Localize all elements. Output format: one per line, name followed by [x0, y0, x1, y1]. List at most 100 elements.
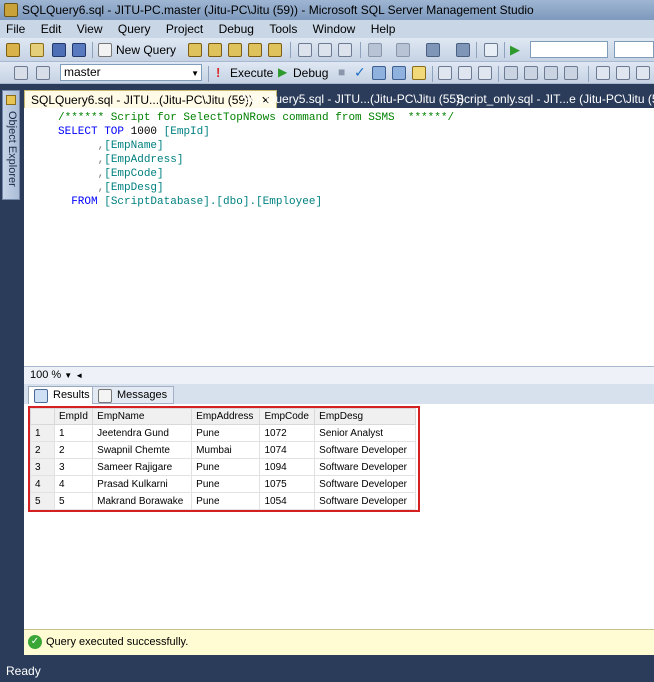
intellisense-icon[interactable] [438, 66, 452, 80]
menu-project[interactable]: Project [160, 20, 209, 38]
grid-cell[interactable]: Software Developer [314, 492, 416, 510]
column-header[interactable]: EmpAddress [191, 408, 261, 425]
find-box[interactable] [614, 41, 654, 58]
grid-cell[interactable]: Jeetendra Gund [92, 424, 193, 442]
new-query-icon[interactable] [98, 43, 112, 57]
navigate-backward-icon[interactable] [426, 43, 440, 57]
grid-cell[interactable]: Software Developer [314, 441, 416, 459]
results-to-text-icon[interactable] [504, 66, 518, 80]
mdx-query-icon[interactable] [228, 43, 242, 57]
table-row[interactable]: 2 2 Swapnil Chemte Mumbai 1074 Software … [30, 441, 416, 459]
grid-cell[interactable]: 4 [53, 475, 94, 493]
menu-view[interactable]: View [71, 20, 109, 38]
grid-cell[interactable]: Mumbai [191, 441, 261, 459]
paste-icon[interactable] [338, 43, 352, 57]
tab-script-only[interactable]: Script_only.sql - JIT...e (Jitu-PC\Jitu … [450, 90, 654, 108]
column-header[interactable]: EmpId [53, 408, 94, 425]
grid-cell[interactable]: Software Developer [314, 458, 416, 476]
grid-cell[interactable]: 1072 [259, 424, 316, 442]
grid-cell[interactable]: Makrand Borawake [92, 492, 193, 510]
debug-button[interactable]: Debug [293, 65, 328, 81]
parse-icon[interactable]: ✓ [354, 64, 366, 81]
comment-icon[interactable] [564, 66, 578, 80]
grid-cell[interactable]: Swapnil Chemte [92, 441, 193, 459]
menu-window[interactable]: Window [307, 20, 362, 38]
grid-cell[interactable]: 3 [53, 458, 94, 476]
grid-cell[interactable]: 1 [53, 424, 94, 442]
connect-icon[interactable] [14, 66, 28, 80]
results-grid[interactable]: EmpId EmpName EmpAddress EmpCode EmpDesg… [30, 408, 416, 510]
menu-query[interactable]: Query [112, 20, 157, 38]
xmla-query-icon[interactable] [268, 43, 282, 57]
client-statistics-icon[interactable] [478, 66, 492, 80]
open-file-icon[interactable] [30, 43, 44, 57]
row-number[interactable]: 3 [30, 458, 55, 476]
analysis-query-icon[interactable] [208, 43, 222, 57]
decrease-indent-icon[interactable] [616, 66, 630, 80]
grid-cell[interactable]: 2 [53, 441, 94, 459]
increase-indent-icon[interactable] [636, 66, 650, 80]
grid-cell[interactable]: 1075 [259, 475, 316, 493]
cancel-query-icon[interactable]: ■ [338, 65, 345, 79]
redo-icon[interactable] [396, 43, 410, 57]
include-actual-plan-icon[interactable] [458, 66, 472, 80]
row-number[interactable]: 5 [30, 492, 55, 510]
grid-cell[interactable]: 5 [53, 492, 94, 510]
grid-cell[interactable]: 1074 [259, 441, 316, 459]
column-header[interactable]: EmpDesg [314, 408, 416, 425]
column-header[interactable]: EmpCode [259, 408, 316, 425]
solution-config-dropdown[interactable] [530, 41, 608, 58]
row-number[interactable]: 1 [30, 424, 55, 442]
tab-sqlquery5[interactable]: SQLQuery5.sql - JITU...(Jitu-PC\Jitu (55… [236, 90, 470, 108]
table-row[interactable]: 1 1 Jeetendra Gund Pune 1072 Senior Anal… [30, 424, 416, 442]
grid-cell[interactable]: Prasad Kulkarni [92, 475, 193, 493]
tab-messages[interactable]: Messages [92, 386, 175, 404]
undo-icon[interactable] [368, 43, 382, 57]
new-project-icon[interactable] [6, 43, 20, 57]
menu-help[interactable]: Help [365, 20, 402, 38]
save-all-icon[interactable] [72, 43, 86, 57]
table-row[interactable]: 3 3 Sameer Rajigare Pune 1094 Software D… [30, 458, 416, 476]
grid-cell[interactable]: Pune [191, 475, 261, 493]
sql-editor[interactable]: /****** Script for SelectTopNRows comman… [24, 108, 654, 366]
solution-explorer-icon[interactable] [484, 43, 498, 57]
grid-cell[interactable]: Senior Analyst [314, 424, 416, 442]
table-row[interactable]: 4 4 Prasad Kulkarni Pune 1075 Software D… [30, 475, 416, 493]
grid-cell[interactable]: Pune [191, 458, 261, 476]
dmx-query-icon[interactable] [248, 43, 262, 57]
uncomment-icon[interactable] [596, 66, 610, 80]
execute-icon[interactable]: ! [216, 65, 220, 80]
row-number-header[interactable] [30, 408, 55, 425]
menu-debug[interactable]: Debug [213, 20, 260, 38]
scroll-left-icon[interactable]: ◄ [75, 371, 83, 380]
start-debug-icon[interactable]: ▶ [510, 42, 520, 58]
zoom-level[interactable]: 100 % [30, 369, 61, 381]
results-to-grid-icon[interactable] [524, 66, 538, 80]
database-engine-query-icon[interactable] [188, 43, 202, 57]
menu-file[interactable]: File [0, 20, 31, 38]
debug-icon[interactable]: ▶ [278, 65, 287, 79]
object-explorer-tab[interactable]: Object Explorer [2, 90, 20, 200]
column-header[interactable]: EmpName [92, 408, 193, 425]
navigate-forward-icon[interactable] [456, 43, 470, 57]
change-connection-icon[interactable] [36, 66, 50, 80]
display-plan-icon[interactable] [372, 66, 386, 80]
available-databases-dropdown[interactable]: master ▼ [60, 64, 202, 81]
menu-tools[interactable]: Tools [263, 20, 303, 38]
new-query-button[interactable]: New Query [116, 42, 176, 58]
grid-cell[interactable]: 1054 [259, 492, 316, 510]
chevron-down-icon[interactable]: ▼ [64, 371, 72, 380]
copy-icon[interactable] [318, 43, 332, 57]
menu-edit[interactable]: Edit [35, 20, 68, 38]
grid-cell[interactable]: Software Developer [314, 475, 416, 493]
query-designer-icon[interactable] [392, 66, 406, 80]
tab-results[interactable]: Results [28, 386, 97, 404]
table-row[interactable]: 5 5 Makrand Borawake Pune 1054 Software … [30, 492, 416, 510]
grid-cell[interactable]: Pune [191, 492, 261, 510]
row-number[interactable]: 4 [30, 475, 55, 493]
execute-button[interactable]: Execute [230, 65, 273, 81]
query-options-icon[interactable] [412, 66, 426, 80]
grid-cell[interactable]: Sameer Rajigare [92, 458, 193, 476]
row-number[interactable]: 2 [30, 441, 55, 459]
grid-cell[interactable]: 1094 [259, 458, 316, 476]
